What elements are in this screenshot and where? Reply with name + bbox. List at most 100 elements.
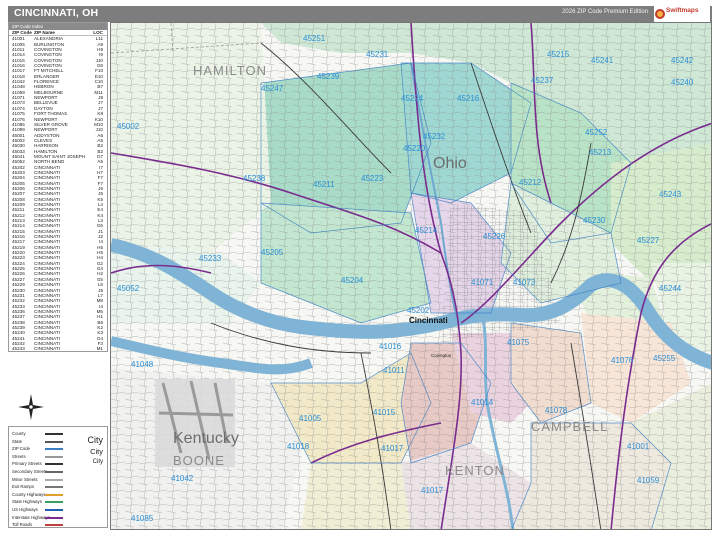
legend-line-sample [45,471,63,473]
zip-code-label[interactable]: 45239 [317,72,340,81]
brand-logo: Swiftmaps [654,6,710,22]
map-legend: County State ZIP Code Streets Primary Street… [8,426,108,528]
legend-line-sample [45,440,63,443]
zip-code-label[interactable]: 41076 [611,356,634,365]
legend-item-label: Exit Ramps [12,484,34,490]
legend-line-sample [45,524,63,527]
zip-code-label[interactable]: 45233 [199,254,222,263]
zip-code-label[interactable]: 45247 [261,84,284,93]
city-label-cincinnati[interactable]: Cincinnati [409,316,448,325]
zip-index-rows: 41001 ALEXANDRIA L11 41005 BURLINGTON A9 41011… [9,36,107,351]
zip-code-label[interactable]: 45204 [341,276,364,285]
zip-code-label[interactable]: 45230 [583,216,606,225]
zip-code-label[interactable]: 41001 [627,442,650,451]
map-area[interactable]: Ohio Kentucky HAMILTON BOONE KENTON CAMP… [110,22,712,530]
zip-code-label[interactable]: 45220 [403,144,426,153]
county-label-boone: BOONE [173,453,225,468]
legend-city-sample: City [90,447,103,456]
county-label-campbell: CAMPBELL [531,419,608,434]
zip-code-label[interactable]: 45241 [591,56,614,65]
zip-code-label[interactable]: 45240 [671,78,694,87]
map-canvas[interactable]: Ohio Kentucky HAMILTON BOONE KENTON CAMP… [111,23,712,530]
legend-line-sample [45,463,63,466]
zip-code-label[interactable]: 45205 [261,248,284,257]
legend-item-label: State Highways [12,499,42,505]
zip-code-label[interactable]: 41078 [545,406,568,415]
zip-code-label[interactable]: 45226 [483,232,506,241]
zip-code-label[interactable]: 41017 [381,444,404,453]
legend-line-sample [45,486,63,489]
zip-code-label[interactable]: 41005 [299,414,322,423]
zip-code-label[interactable]: 41059 [637,476,660,485]
header-zip-code: ZIP Code [12,30,32,35]
zip-code-label[interactable]: 45243 [659,190,682,199]
zip-code-label[interactable]: 41071 [471,278,494,287]
zip-code-label[interactable]: 41073 [513,278,536,287]
zip-code-label[interactable]: 45244 [659,284,682,293]
zip-code-label[interactable]: 45215 [547,50,570,59]
legend-line-sample [45,493,63,496]
legend-item-label: State [12,438,23,444]
zip-code-label[interactable]: 45255 [653,354,676,363]
legend-item-label: County [12,431,26,436]
legend-line-sample [45,478,63,481]
legend-item-label: Streets [12,453,26,459]
zip-code-label[interactable]: 45238 [243,174,266,183]
zip-code-label[interactable]: 41016 [379,342,402,351]
zip-code-label[interactable]: 45052 [117,284,140,293]
city-label-covington[interactable]: Covington [431,353,452,358]
edition-label: 2026 ZIP Code Premium Edition [562,9,648,15]
zip-code-label[interactable]: 41017 [421,486,444,495]
zip-code-label[interactable]: 45232 [423,132,446,141]
header-loc: LOC [93,30,103,35]
zip-code-label[interactable]: 41011 [383,366,405,375]
zip-code-label[interactable]: 45231 [366,50,389,59]
state-label-ohio: Ohio [433,155,467,172]
legend-item-label: ZIP Code [12,446,31,452]
zip-code-label[interactable]: 41014 [471,398,494,407]
zip-code-label[interactable]: 45212 [519,178,542,187]
legend-item-label: Minor Streets [12,476,38,482]
legend-line-sample [45,455,63,458]
legend-item-label: Primary Streets [12,461,42,467]
legend-item-label: Secondary Streets [12,469,48,474]
legend-item-label: Toll Roads [12,522,33,528]
legend-line-sample [45,448,63,451]
zip-code-label[interactable]: 45202 [407,306,430,315]
legend-line-sample [45,501,63,504]
legend-item-label: US Highways [12,507,38,512]
zip-index-title: ZIP Code Index [9,23,107,30]
zip-code-label[interactable]: 45002 [117,122,140,131]
zip-code-label[interactable]: 45237 [531,76,554,85]
legend-line-sample [45,433,63,435]
zip-code-label[interactable]: 45252 [585,128,608,137]
zip-code-label[interactable]: 41075 [507,338,530,347]
zip-code-index: ZIP Code Index ZIP Code ZIP Name LOC 410… [8,22,108,352]
zip-code-label[interactable]: 41015 [373,408,396,417]
zip-code-label[interactable]: 41018 [287,442,310,451]
legend-item-label: County Highways [12,491,46,497]
zip-code-label[interactable]: 45213 [589,148,612,157]
state-label-kentucky: Kentucky [173,430,239,447]
zip-code-label[interactable]: 45242 [671,56,694,65]
map-title: CINCINNATI, OH [14,7,99,19]
legend-city-sample: City [92,459,103,465]
zip-code-label[interactable]: 41085 [131,514,154,523]
zip-code-label[interactable]: 41042 [171,474,194,483]
county-label-kenton: KENTON [445,463,505,478]
zip-code-label[interactable]: 45223 [361,174,384,183]
zip-code-label[interactable]: 41048 [131,360,154,369]
zip-code-label[interactable]: 45214 [415,226,438,235]
brand-name: Swiftmaps [666,7,699,14]
header-zip-name: ZIP Name [34,30,55,35]
legend-city-sample: City [87,435,104,445]
county-label-hamilton: HAMILTON [193,63,267,78]
zip-code-label[interactable]: 45224 [401,94,424,103]
zip-code-label[interactable]: 45227 [637,236,660,245]
legend-line-sample [45,516,63,519]
zip-code-label[interactable]: 45211 [313,180,335,189]
zip-code-label[interactable]: 45251 [303,34,326,43]
compass-rose-icon [18,394,44,420]
zip-code-label[interactable]: 45216 [457,94,480,103]
title-bar: CINCINNATI, OH 2026 ZIP Code Premium Edi… [8,6,712,22]
